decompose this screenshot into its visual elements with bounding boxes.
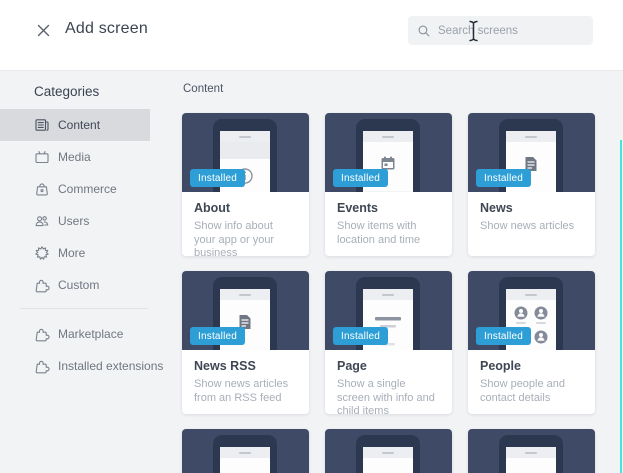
- card-preview: Installed: [468, 271, 595, 350]
- installed-badge: Installed: [190, 169, 246, 187]
- users-icon: [34, 213, 50, 229]
- phone-screen-content: [220, 458, 270, 473]
- sidebar-item-label: Custom: [58, 278, 100, 292]
- phone-screen-content: [363, 458, 413, 473]
- card-title: About: [194, 201, 231, 215]
- card-preview: [182, 429, 309, 473]
- screen-card-partial[interactable]: [468, 429, 595, 473]
- card-preview: Installed: [468, 113, 595, 192]
- screen-card-page[interactable]: Installed Page Show a single screen with…: [325, 271, 452, 417]
- sidebar-item-media[interactable]: Media: [0, 141, 150, 173]
- sidebar-heading: Categories: [34, 84, 100, 99]
- sidebar-item-installed-extensions[interactable]: Installed extensions: [0, 350, 163, 382]
- phone-mockup: [499, 435, 563, 473]
- installed-badge: Installed: [476, 327, 532, 345]
- search-input[interactable]: Search screens: [408, 16, 593, 45]
- card-preview: Installed: [325, 271, 452, 350]
- card-grid: Installed About Show info about your app…: [182, 113, 602, 473]
- sidebar-item-content[interactable]: Content: [0, 109, 150, 141]
- card-description: Show info about your app or your busines…: [194, 220, 275, 259]
- page-title: Add screen: [65, 20, 148, 37]
- screen-card-people[interactable]: Installed People Show people and contact…: [468, 271, 595, 414]
- card-description: Show items with location and time: [337, 220, 421, 246]
- sidebar-item-custom[interactable]: Custom: [0, 269, 150, 301]
- sidebar-item-marketplace[interactable]: Marketplace: [0, 318, 150, 350]
- card-description: Show people and contact details: [480, 378, 566, 404]
- sidebar-item-label: Content: [58, 118, 101, 132]
- installed-badge: Installed: [333, 327, 389, 345]
- extensions-list: Marketplace Installed extensions: [0, 318, 163, 382]
- close-button[interactable]: [33, 20, 53, 40]
- screen-card-about[interactable]: Installed About Show info about your app…: [182, 113, 309, 259]
- puzzle-icon: [34, 358, 50, 374]
- card-description: Show a single screen with info and child…: [337, 378, 435, 417]
- categories-sidebar: Categories Content Media Commerce Users …: [0, 71, 163, 473]
- sidebar-item-label: Users: [58, 214, 90, 228]
- card-preview: [325, 429, 452, 473]
- card-title: People: [480, 359, 521, 373]
- installed-badge: Installed: [476, 169, 532, 187]
- screen-edge-artifact: [620, 140, 622, 473]
- sidebar-divider: [20, 308, 148, 309]
- category-list: Content Media Commerce Users More Custom: [0, 109, 150, 301]
- phone-screen-content: [506, 458, 556, 473]
- screen-card-partial[interactable]: [325, 429, 452, 473]
- card-title: News RSS: [194, 359, 256, 373]
- phone-mockup: [356, 435, 420, 473]
- sidebar-item-label: Media: [58, 150, 91, 164]
- card-preview: Installed: [325, 113, 452, 192]
- puzzle-icon: [34, 277, 50, 293]
- add-screen-dialog: Add screen Search screens Categories Con…: [0, 0, 623, 473]
- phone-mockup: [213, 435, 277, 473]
- burst-icon: [34, 245, 50, 261]
- sidebar-item-label: Marketplace: [58, 327, 124, 341]
- card-title: Events: [337, 201, 378, 215]
- screen-card-news[interactable]: Installed News Show news articles: [468, 113, 595, 256]
- card-description: Show news articles from an RSS feed: [194, 378, 289, 404]
- screen-gallery: Content Installed About Show info about …: [150, 71, 623, 473]
- newspaper-icon: [34, 117, 50, 133]
- card-title: News: [480, 201, 513, 215]
- sidebar-item-commerce[interactable]: Commerce: [0, 173, 150, 205]
- puzzle-icon: [34, 326, 50, 342]
- screen-card-partial[interactable]: [182, 429, 309, 473]
- card-preview: [468, 429, 595, 473]
- installed-badge: Installed: [190, 327, 246, 345]
- card-preview: Installed: [182, 271, 309, 350]
- screen-card-news-rss[interactable]: Installed News RSS Show news articles fr…: [182, 271, 309, 414]
- card-title: Page: [337, 359, 367, 373]
- sidebar-item-more[interactable]: More: [0, 237, 150, 269]
- card-description: Show news articles: [480, 220, 575, 232]
- bag-icon: [34, 181, 50, 197]
- top-bar: Add screen Search screens: [0, 0, 623, 71]
- search-icon: [417, 24, 431, 38]
- sidebar-item-label: Installed extensions: [58, 359, 164, 373]
- sidebar-item-label: Commerce: [58, 182, 117, 196]
- section-label: Content: [183, 83, 224, 95]
- sidebar-item-label: More: [58, 246, 86, 260]
- screen-card-events[interactable]: Installed Events Show items with locatio…: [325, 113, 452, 256]
- text-cursor: [468, 20, 479, 42]
- x-icon: [36, 23, 51, 38]
- sidebar-item-users[interactable]: Users: [0, 205, 150, 237]
- dialog-body: Categories Content Media Commerce Users …: [0, 71, 623, 473]
- installed-badge: Installed: [333, 169, 389, 187]
- tv-icon: [34, 149, 50, 165]
- card-preview: Installed: [182, 113, 309, 192]
